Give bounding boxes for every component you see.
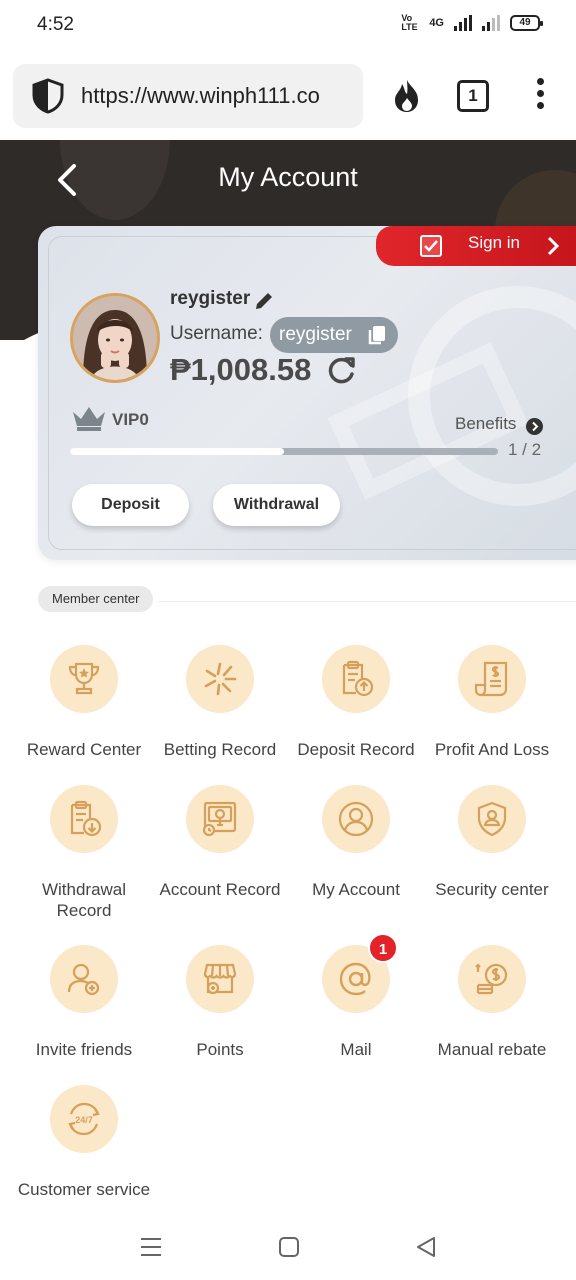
customer-service-label: Customer service	[17, 1180, 151, 1199]
browser-toolbar: https://www.winph111.co 1	[0, 52, 576, 140]
support-24-7-icon: 24/7	[50, 1085, 118, 1153]
store-icon	[186, 945, 254, 1013]
network-indicator: 4G	[429, 17, 444, 29]
sign-in-label: Sign in	[468, 233, 520, 252]
points-item[interactable]: Points	[152, 945, 288, 1060]
sign-in-button[interactable]: Sign in	[376, 226, 576, 266]
status-bar: 4:52 Vo LTE 4G 49	[0, 0, 576, 52]
mail-item[interactable]: 1 Mail	[288, 933, 424, 1060]
invite-friends-label: Invite friends	[35, 1040, 133, 1059]
benefits-link[interactable]: Benefits	[455, 414, 516, 434]
security-center-item[interactable]: Security center	[424, 785, 560, 900]
signal-strength-icon-2	[482, 15, 500, 31]
vip-progress-text: 1 / 2	[508, 440, 542, 459]
clipboard-down-icon	[50, 785, 118, 853]
withdrawal-button[interactable]: Withdrawal	[213, 484, 340, 526]
reward-center-label: Reward Center	[26, 740, 142, 759]
vip-progress-fill	[70, 448, 284, 455]
profit-and-loss-item[interactable]: Profit And Loss	[424, 645, 560, 760]
battery-icon: 49	[510, 15, 543, 31]
manual-rebate-item[interactable]: Manual rebate	[424, 945, 560, 1060]
coins-icon	[458, 945, 526, 1013]
points-label: Points	[196, 1040, 244, 1059]
refresh-icon[interactable]	[327, 355, 357, 385]
page-title: My Account	[218, 162, 358, 192]
profit-and-loss-label: Profit And Loss	[434, 740, 550, 759]
tab-switcher-button[interactable]: 1	[457, 80, 489, 112]
clipboard-up-icon	[322, 645, 390, 713]
burst-icon	[186, 645, 254, 713]
deposit-record-item[interactable]: Deposit Record	[288, 645, 424, 760]
account-record-item[interactable]: Account Record	[152, 785, 288, 900]
username-pill: reygister	[270, 317, 398, 353]
deposit-record-label: Deposit Record	[297, 740, 415, 759]
my-account-item[interactable]: My Account	[288, 785, 424, 900]
reward-center-item[interactable]: Reward Center	[16, 645, 152, 760]
status-time: 4:52	[37, 14, 74, 35]
address-bar[interactable]: https://www.winph111.co	[13, 64, 363, 128]
home-icon[interactable]	[278, 1236, 300, 1258]
nickname: reygister	[170, 288, 251, 309]
browser-menu-icon[interactable]	[530, 78, 550, 114]
volte-indicator: Vo LTE	[401, 13, 418, 32]
section-divider	[158, 601, 576, 602]
pencil-icon[interactable]	[253, 290, 275, 312]
copy-icon[interactable]	[366, 324, 388, 346]
status-icons: Vo LTE 4G 49	[401, 13, 543, 32]
receipt-icon	[458, 645, 526, 713]
system-navigation-bar	[0, 1216, 576, 1280]
withdrawal-record-item[interactable]: Withdrawal Record	[16, 785, 152, 921]
security-center-label: Security center	[435, 880, 549, 899]
trophy-icon	[50, 645, 118, 713]
deposit-button[interactable]: Deposit	[72, 484, 189, 526]
customer-service-item[interactable]: 24/7 Customer service	[16, 1085, 152, 1200]
manual-rebate-label: Manual rebate	[437, 1040, 547, 1059]
url-text[interactable]: https://www.winph111.co	[81, 83, 357, 109]
avatar[interactable]	[70, 293, 160, 383]
username-label: Username:	[170, 323, 263, 344]
mail-badge: 1	[368, 933, 398, 963]
crown-icon	[73, 407, 105, 431]
chevron-right-circle-icon[interactable]	[526, 418, 543, 435]
mail-label: Mail	[340, 1040, 372, 1059]
invite-friends-item[interactable]: Invite friends	[16, 945, 152, 1060]
at-icon: 1	[322, 933, 398, 1013]
shield-user-icon	[458, 785, 526, 853]
svg-text:24/7: 24/7	[75, 1115, 93, 1125]
vip-level: VIP0	[112, 410, 149, 429]
add-user-icon	[50, 945, 118, 1013]
username-value: reygister	[279, 324, 352, 345]
fire-icon[interactable]	[390, 78, 424, 114]
chevron-right-icon	[547, 236, 560, 256]
withdrawal-record-label: Withdrawal Record	[41, 880, 127, 920]
back-icon[interactable]	[415, 1236, 437, 1258]
user-circle-icon	[322, 785, 390, 853]
shield-icon[interactable]	[31, 78, 65, 114]
recent-apps-icon[interactable]	[140, 1236, 162, 1258]
betting-record-label: Betting Record	[163, 740, 277, 759]
account-record-label: Account Record	[159, 880, 281, 899]
wallet-balance: ₱1,008.58	[170, 352, 312, 387]
member-center-title: Member center	[38, 586, 154, 612]
my-account-label: My Account	[312, 880, 400, 899]
signal-strength-icon	[454, 15, 472, 31]
ledger-icon	[186, 785, 254, 853]
betting-record-item[interactable]: Betting Record	[152, 645, 288, 760]
calendar-check-icon	[420, 235, 442, 257]
vip-progress-bar	[70, 448, 498, 455]
